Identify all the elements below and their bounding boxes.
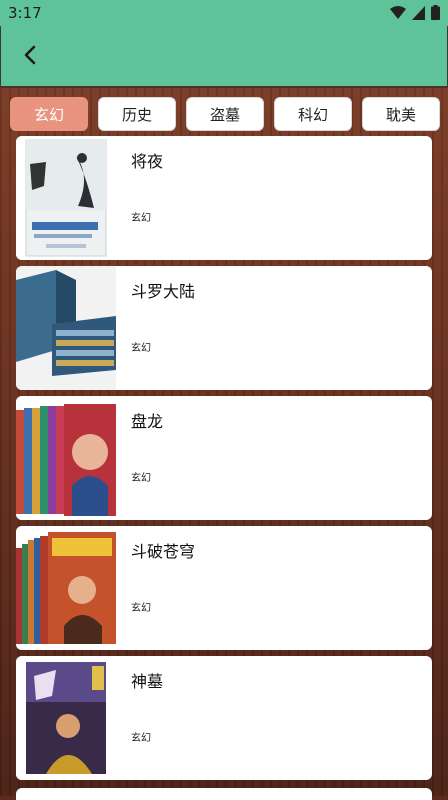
book-category: 玄幻 xyxy=(131,213,151,224)
battery-icon xyxy=(431,5,440,20)
tab-xuanhuan[interactable]: 玄幻 xyxy=(10,97,88,131)
status-bar: 3:17 xyxy=(0,0,448,26)
tab-daomu[interactable]: 盗墓 xyxy=(186,97,264,131)
wifi-icon xyxy=(390,5,406,19)
book-cover-image xyxy=(16,396,116,520)
book-title: 盘龙 xyxy=(131,412,164,431)
status-icons xyxy=(390,5,440,20)
book-card[interactable]: 斗破苍穹 玄幻 xyxy=(16,526,432,650)
signal-icon xyxy=(412,5,425,20)
book-title: 斗罗大陆 xyxy=(131,282,196,301)
book-title: 斗破苍穹 xyxy=(131,542,196,561)
book-category: 玄幻 xyxy=(131,603,151,614)
back-button[interactable] xyxy=(15,40,45,70)
category-tabs: 玄幻 历史 盗墓 科幻 耽美 xyxy=(10,97,448,131)
book-title: 神墓 xyxy=(131,672,164,691)
book-card[interactable]: 盘龙 玄幻 xyxy=(16,396,432,520)
book-category: 玄幻 xyxy=(131,473,151,484)
book-cover-image xyxy=(16,136,116,260)
app-bar xyxy=(0,26,448,87)
book-card[interactable]: 将夜 玄幻 xyxy=(16,136,432,260)
book-category: 玄幻 xyxy=(131,733,151,744)
book-list: 将夜 玄幻 斗罗大陆 玄幻 盘龙 玄幻 斗破苍穹 玄幻 神墓 玄幻 xyxy=(16,136,432,786)
book-cover-image xyxy=(16,266,116,390)
book-card-partial[interactable] xyxy=(16,788,432,800)
tab-danmei[interactable]: 耽美 xyxy=(362,97,440,131)
chevron-left-icon xyxy=(24,45,36,65)
book-cover-image xyxy=(16,656,116,780)
tab-kehuan[interactable]: 科幻 xyxy=(274,97,352,131)
book-category: 玄幻 xyxy=(131,343,151,354)
book-cover-image xyxy=(16,526,116,650)
status-time: 3:17 xyxy=(8,4,42,22)
book-card[interactable]: 神墓 玄幻 xyxy=(16,656,432,780)
book-card[interactable]: 斗罗大陆 玄幻 xyxy=(16,266,432,390)
tab-lishi[interactable]: 历史 xyxy=(98,97,176,131)
book-title: 将夜 xyxy=(131,152,164,171)
